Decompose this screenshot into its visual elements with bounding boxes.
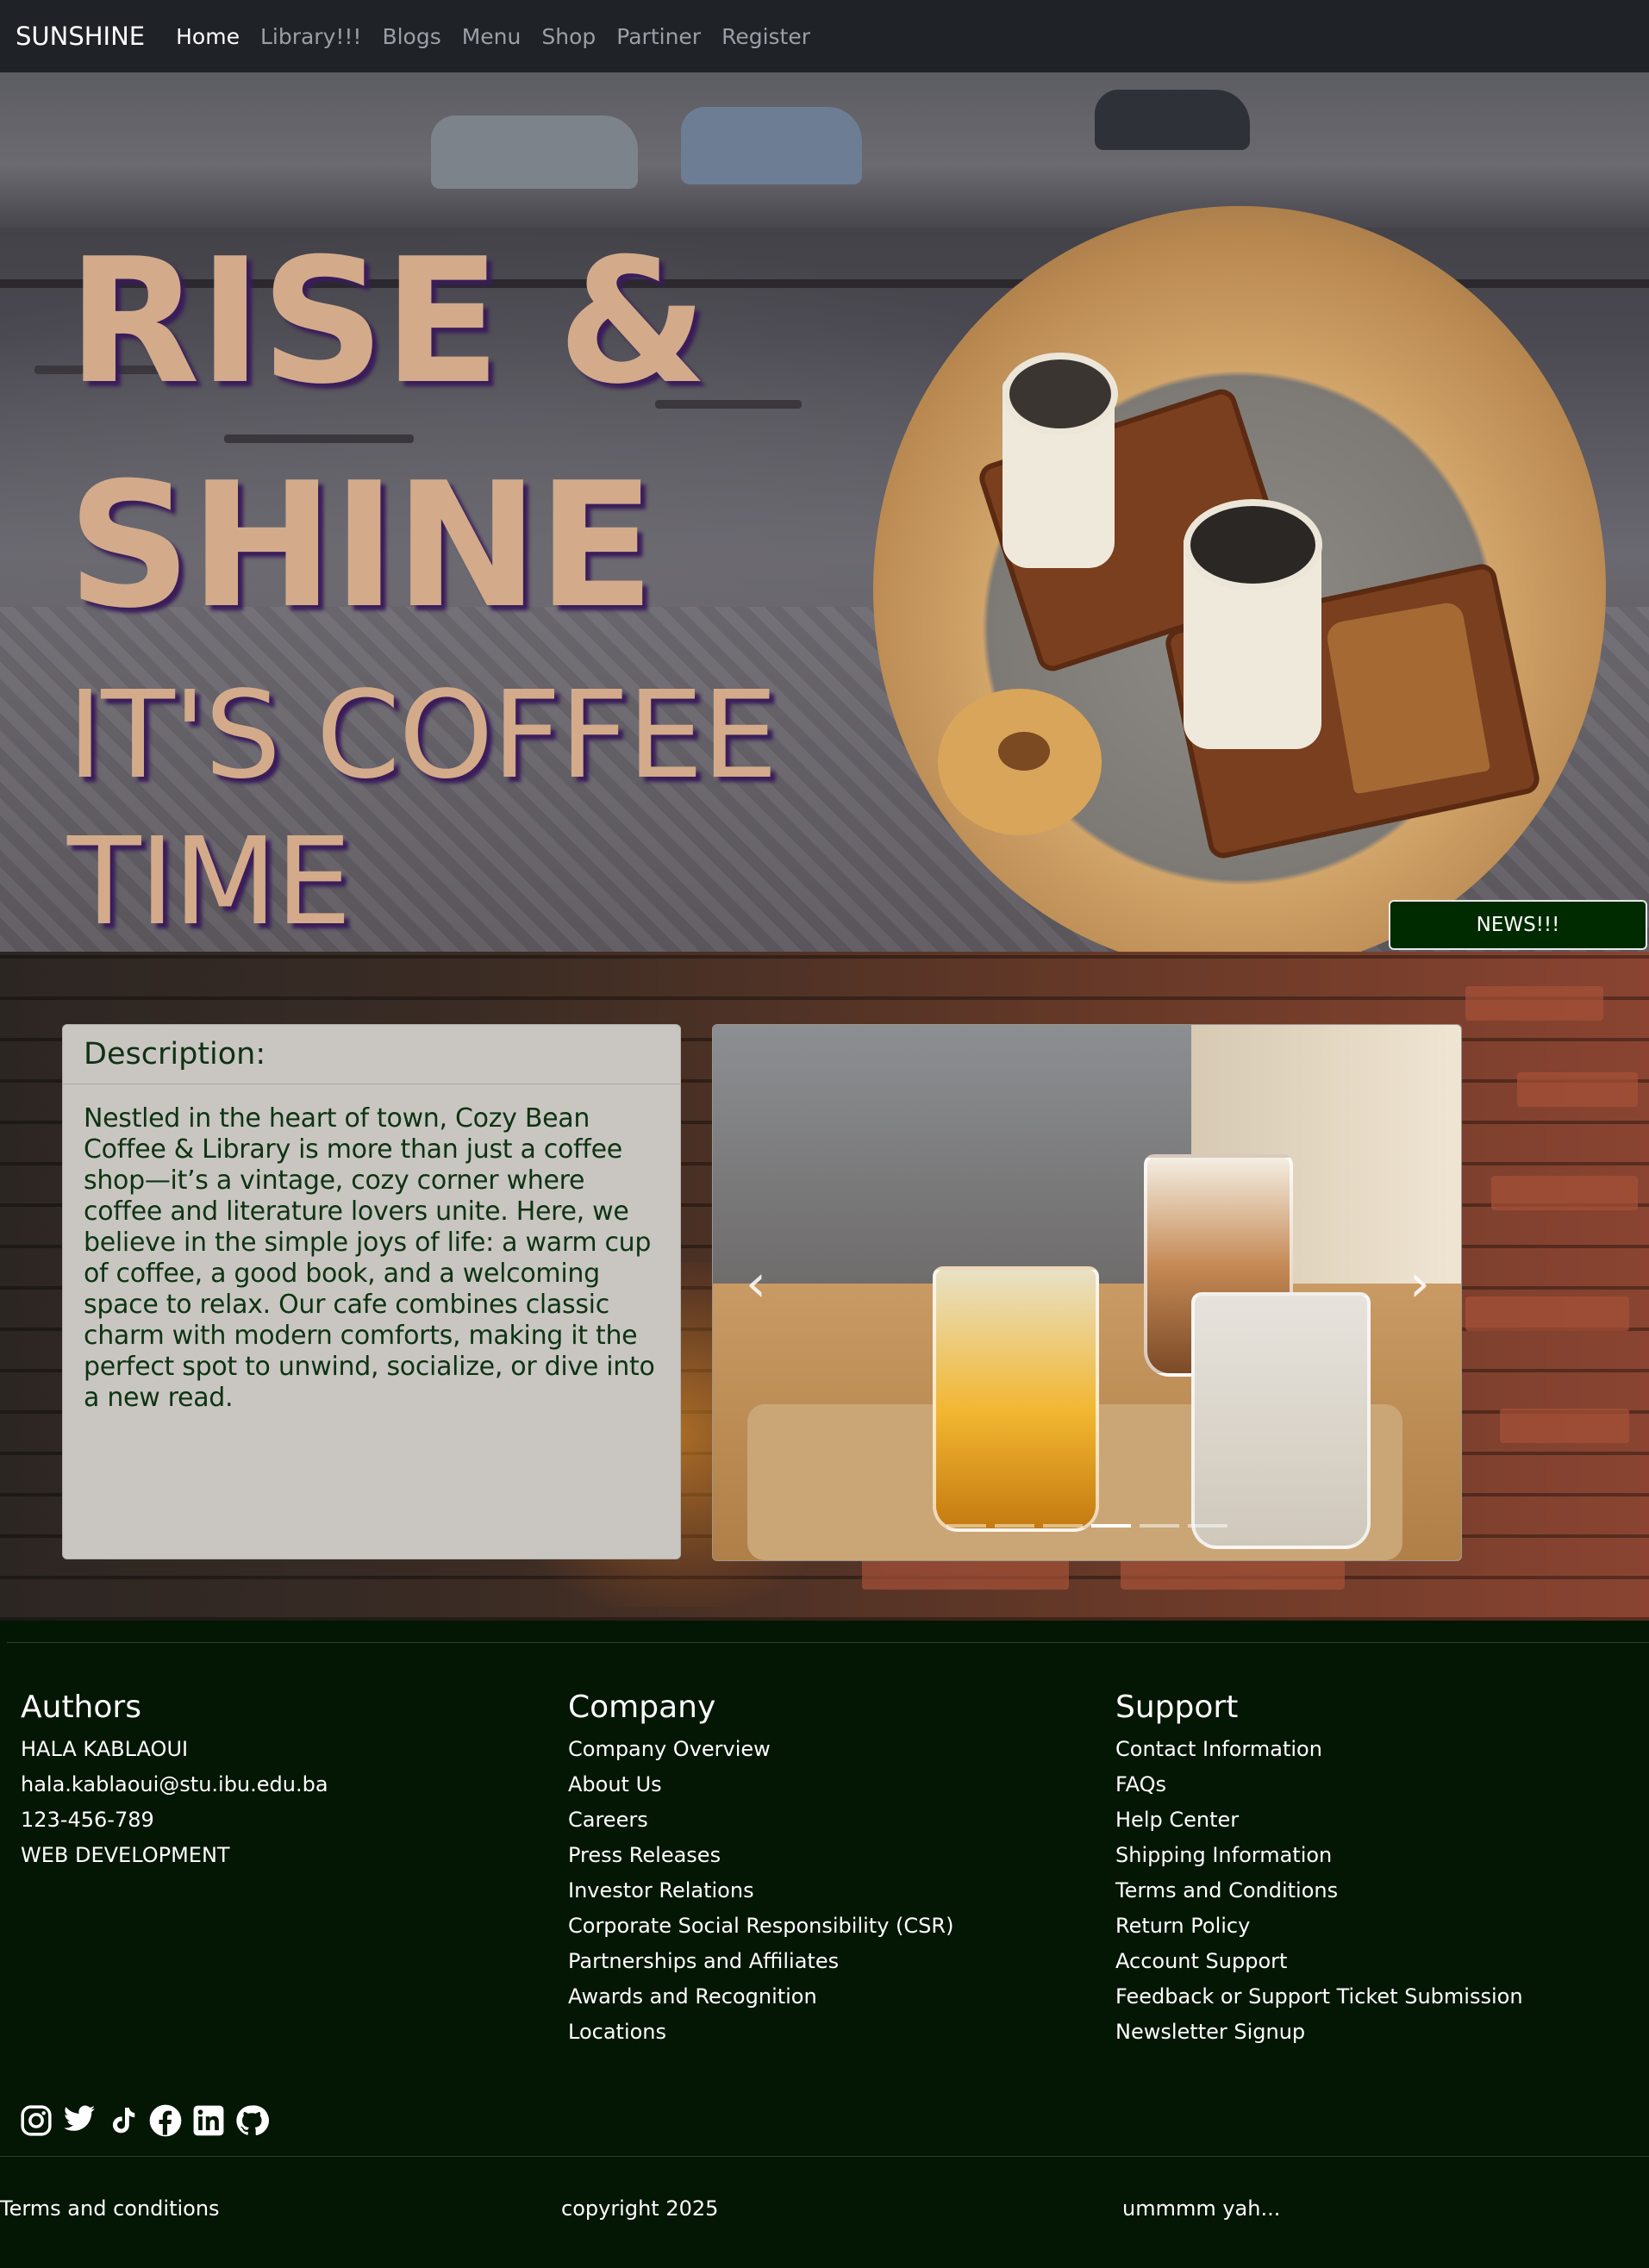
footer-company-title: Company xyxy=(568,1690,716,1725)
terms-link[interactable]: Terms and conditions xyxy=(0,2196,220,2221)
tiktok-icon[interactable] xyxy=(105,2103,140,2138)
footer-link[interactable]: Careers xyxy=(568,1803,953,1838)
carousel-indicator[interactable] xyxy=(995,1524,1034,1528)
social-icons xyxy=(19,2103,269,2138)
footer-link[interactable]: Locations xyxy=(568,2015,953,2050)
news-button[interactable]: NEWS!!! xyxy=(1389,900,1647,950)
author-name: HALA KABLAOUI xyxy=(21,1737,189,1761)
brick xyxy=(1500,1409,1629,1443)
footer-support-column: Support Contact Information FAQs Help Ce… xyxy=(1115,1690,1523,2050)
author-department: WEB DEVELOPMENT xyxy=(21,1843,230,1867)
footer-link[interactable]: Newsletter Signup xyxy=(1115,2015,1523,2050)
footer-link[interactable]: Corporate Social Responsibility (CSR) xyxy=(568,1909,953,1944)
description-title: Description: xyxy=(63,1025,680,1084)
hero-cafe-table xyxy=(224,434,414,443)
footer-company-column: Company Company Overview About Us Career… xyxy=(568,1690,953,2050)
hero-section: RISE & SHINE IT'S COFFEE TIME NEWS!!! xyxy=(0,72,1649,952)
footer-link[interactable]: Press Releases xyxy=(568,1838,953,1873)
author-phone: 123-456-789 xyxy=(21,1808,154,1832)
footer-link[interactable]: Account Support xyxy=(1115,1944,1523,1979)
brick xyxy=(1465,1296,1629,1331)
footer-link[interactable]: Terms and Conditions xyxy=(1115,1873,1523,1909)
footer-bottom-divider xyxy=(0,2156,1649,2157)
nav-partner[interactable]: Partiner xyxy=(616,24,701,49)
footer-note: ummmm yah... xyxy=(1122,2196,1281,2221)
description-body: Nestled in the heart of town, Cozy Bean … xyxy=(84,1103,655,1413)
hero-car-image xyxy=(431,116,638,189)
nav-home[interactable]: Home xyxy=(176,24,240,49)
carousel-indicator[interactable] xyxy=(1043,1524,1083,1528)
brick xyxy=(1491,1176,1638,1210)
instagram-icon[interactable] xyxy=(19,2103,53,2138)
hero-subheading-time: TIME xyxy=(67,812,352,952)
linkedin-icon[interactable] xyxy=(191,2103,226,2138)
carousel-prev-icon[interactable]: ‹ xyxy=(730,1240,782,1327)
nav-register[interactable]: Register xyxy=(721,24,810,49)
carousel-window xyxy=(713,1025,1191,1284)
hero-heading-shine: SHINE xyxy=(67,446,655,647)
latte-art xyxy=(1003,353,1118,435)
image-carousel[interactable]: ‹ › xyxy=(712,1024,1462,1561)
footer-link[interactable]: Awards and Recognition xyxy=(568,1979,953,2015)
nav-library[interactable]: Library!!! xyxy=(260,24,361,49)
twitter-icon[interactable] xyxy=(62,2103,97,2138)
hero-subheading-coffee: IT'S COFFEE xyxy=(67,665,778,806)
footer-link[interactable]: Return Policy xyxy=(1115,1909,1523,1944)
hero-heading-rise: RISE & xyxy=(67,222,708,422)
carousel-indicator[interactable] xyxy=(1140,1524,1179,1528)
hero-coffee-image xyxy=(873,206,1606,952)
footer-link[interactable]: Feedback or Support Ticket Submission xyxy=(1115,1979,1523,2015)
hero-car-image xyxy=(681,107,862,184)
copyright-text: copyright 2025 xyxy=(561,2196,719,2221)
marble-cake xyxy=(1324,600,1491,795)
footer-authors-title: Authors xyxy=(21,1690,141,1725)
footer-link[interactable]: Contact Information xyxy=(1115,1732,1523,1767)
nav-shop[interactable]: Shop xyxy=(541,24,596,49)
footer-authors-column: Authors HALA KABLAOUI hala.kablaoui@stu.… xyxy=(21,1690,328,1873)
footer-link[interactable]: Company Overview xyxy=(568,1732,953,1767)
nav-menu[interactable]: Menu xyxy=(462,24,522,49)
brand-logo[interactable]: SUNSHINE xyxy=(16,22,145,51)
footer-link[interactable]: Partnerships and Affiliates xyxy=(568,1944,953,1979)
carousel-next-icon[interactable]: › xyxy=(1394,1240,1446,1327)
footer-link[interactable]: FAQs xyxy=(1115,1767,1523,1803)
footer-divider xyxy=(7,1642,1649,1643)
hero-car-image xyxy=(1095,90,1250,150)
carousel-indicator[interactable] xyxy=(1188,1524,1227,1528)
carousel-indicator-active[interactable] xyxy=(1091,1524,1131,1528)
navbar: SUNSHINE Home Library!!! Blogs Menu Shop… xyxy=(0,0,1649,72)
carousel-indicator[interactable] xyxy=(946,1524,986,1528)
github-icon[interactable] xyxy=(234,2103,269,2138)
footer-link[interactable]: Help Center xyxy=(1115,1803,1523,1838)
lemon-tea-glass xyxy=(933,1266,1099,1532)
nav-blogs[interactable]: Blogs xyxy=(382,24,440,49)
donut-filling xyxy=(998,732,1050,771)
footer-support-title: Support xyxy=(1115,1690,1239,1725)
footer-link[interactable]: About Us xyxy=(568,1767,953,1803)
facebook-icon[interactable] xyxy=(148,2103,183,2138)
author-email[interactable]: hala.kablaoui@stu.ibu.edu.ba xyxy=(21,1767,328,1803)
brick xyxy=(1517,1072,1638,1107)
footer-link[interactable]: Shipping Information xyxy=(1115,1838,1523,1873)
carousel-indicators xyxy=(713,1524,1461,1528)
latte-art xyxy=(1184,499,1322,590)
footer-link[interactable]: Investor Relations xyxy=(568,1873,953,1909)
iced-latte-glass xyxy=(1191,1292,1371,1549)
brick xyxy=(1465,986,1603,1021)
description-card: Description: Nestled in the heart of tow… xyxy=(62,1024,681,1559)
